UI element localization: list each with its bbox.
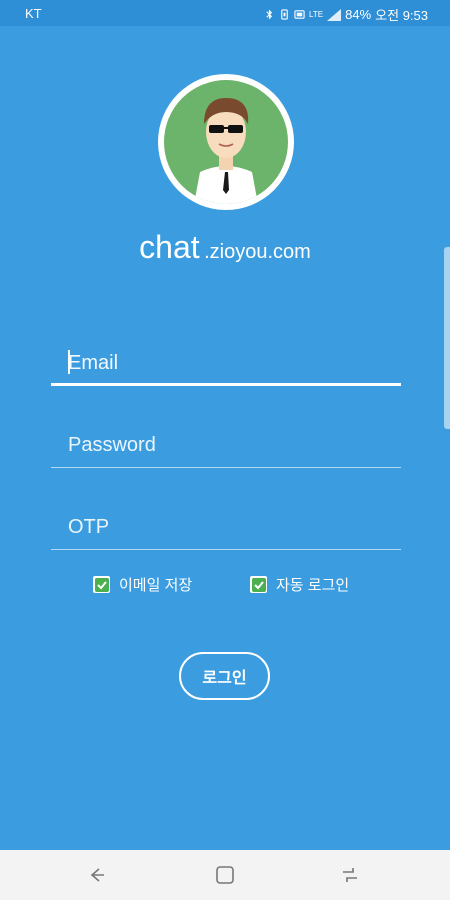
sim-icon (294, 10, 305, 19)
auto-login-checkbox[interactable] (250, 576, 267, 593)
text-cursor (68, 350, 70, 374)
password-input[interactable] (51, 424, 401, 466)
signal-icon (327, 8, 342, 21)
auto-login-label: 자동 로그인 (276, 577, 350, 594)
battery-percent: 84% (345, 7, 372, 22)
bluetooth-icon (266, 9, 273, 20)
brand-main: chat (139, 229, 200, 265)
brand-domain: .zioyou.com (204, 241, 311, 263)
recents-icon[interactable] (338, 863, 362, 887)
password-underline (51, 467, 401, 468)
save-email-checkbox[interactable] (93, 576, 110, 593)
check-icon (251, 577, 266, 592)
system-nav-bar (0, 850, 450, 900)
otp-field[interactable] (51, 506, 401, 550)
otp-underline (51, 549, 401, 550)
avatar-image (164, 80, 288, 204)
email-field[interactable] (51, 342, 401, 386)
app-brand: chat .zioyou.com (0, 229, 450, 266)
back-icon[interactable] (84, 863, 108, 887)
vibrate-icon (281, 9, 288, 20)
network-type: LTE (309, 9, 324, 19)
save-email-label: 이메일 저장 (119, 577, 193, 594)
check-icon (94, 577, 109, 592)
carrier-label: KT (25, 6, 42, 21)
email-input[interactable] (51, 342, 401, 384)
scroll-indicator[interactable] (444, 247, 450, 429)
password-field[interactable] (51, 424, 401, 468)
otp-input[interactable] (51, 506, 401, 548)
login-button[interactable]: 로그인 (179, 652, 270, 700)
save-email-option[interactable]: 이메일 저장 (93, 574, 192, 595)
email-underline (51, 383, 401, 386)
avatar-character-icon (194, 98, 258, 204)
status-bar: KT LTE 84% 오전 9:53 (0, 0, 450, 26)
home-icon[interactable] (213, 863, 237, 887)
status-icons: LTE 84% 오전 9:53 (264, 5, 428, 24)
clock: 오전 9:53 (375, 8, 428, 23)
avatar (158, 74, 294, 210)
auto-login-option[interactable]: 자동 로그인 (250, 574, 349, 595)
